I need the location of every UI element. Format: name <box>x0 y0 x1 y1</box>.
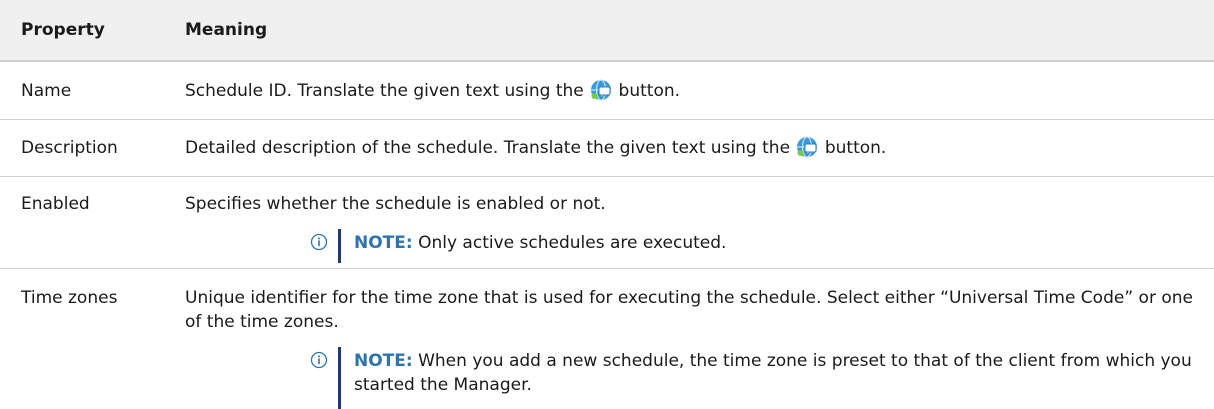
meaning-cell: Unique identifier for the time zone that… <box>185 269 1214 409</box>
table-row: Enabled Specifies whether the schedule i… <box>0 177 1214 269</box>
note-divider <box>338 347 341 409</box>
meaning-text-suffix: button. <box>618 81 681 101</box>
table-header-row: Property Meaning <box>0 0 1214 61</box>
info-icon <box>310 233 328 251</box>
translate-icon <box>591 79 612 101</box>
property-cell: Description <box>21 138 118 158</box>
property-cell: Enabled <box>21 194 90 214</box>
meaning-text-suffix: button. <box>824 138 887 158</box>
column-header-meaning: Meaning <box>185 20 268 40</box>
info-icon <box>310 351 328 369</box>
property-cell: Name <box>21 81 72 101</box>
translate-icon <box>797 136 818 158</box>
note-divider <box>338 229 341 263</box>
meaning-cell: Detailed description of the schedule. Tr… <box>185 120 1214 177</box>
meaning-cell: Specifies whether the schedule is enable… <box>185 177 1214 269</box>
meaning-text: Schedule ID. Translate the given text us… <box>185 81 584 101</box>
column-header-property: Property <box>21 20 105 40</box>
meaning-text: Specifies whether the schedule is enable… <box>185 194 606 214</box>
meaning-text: Unique identifier for the time zone that… <box>185 288 1193 332</box>
note-callout: NOTE: When you add a new schedule, the t… <box>310 347 1194 409</box>
table-row: Name Schedule ID. Translate the given te… <box>0 61 1214 120</box>
note-text: Only active schedules are executed. <box>418 233 727 253</box>
note-callout: NOTE: Only active schedules are executed… <box>310 229 1194 263</box>
meaning-text: Detailed description of the schedule. Tr… <box>185 138 791 158</box>
property-table: Property Meaning Name Schedule ID. Trans… <box>0 0 1214 409</box>
table-row: Description Detailed description of the … <box>0 120 1214 177</box>
note-text: When you add a new schedule, the time zo… <box>354 351 1192 395</box>
meaning-cell: Schedule ID. Translate the given text us… <box>185 61 1214 120</box>
note-label: NOTE: <box>354 351 413 371</box>
table-row: Time zones Unique identifier for the tim… <box>0 269 1214 409</box>
property-cell: Time zones <box>21 288 118 308</box>
note-label: NOTE: <box>354 233 413 253</box>
